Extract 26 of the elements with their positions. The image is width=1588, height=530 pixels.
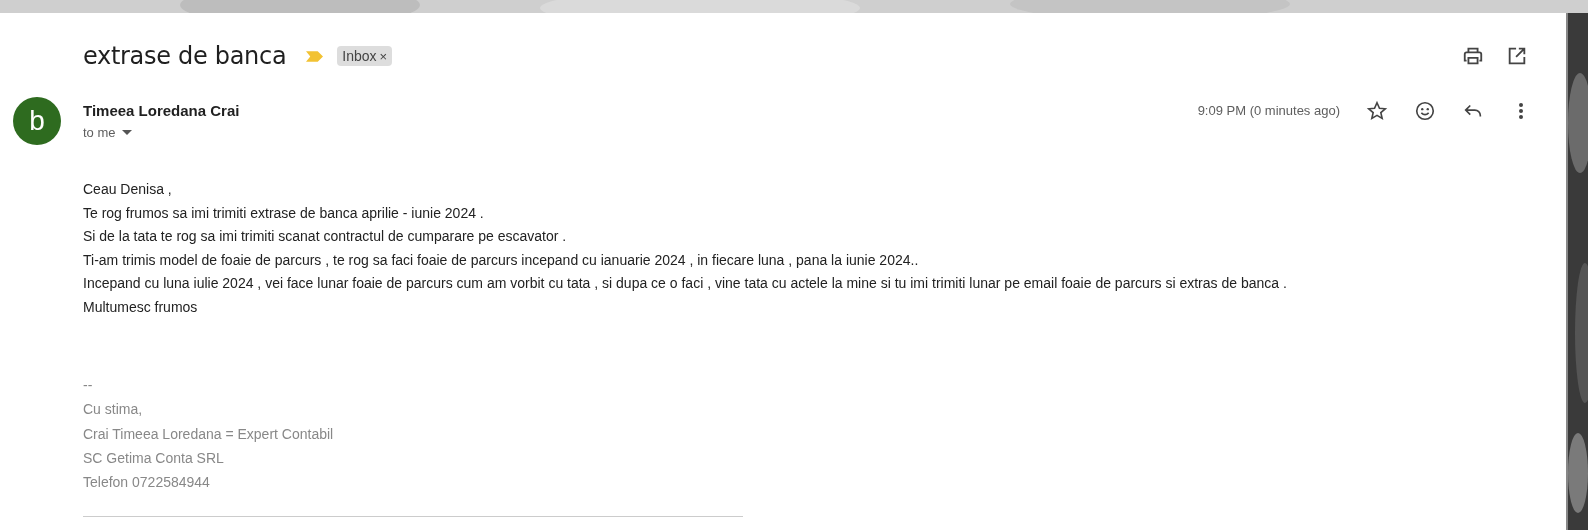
emoji-icon[interactable] bbox=[1414, 100, 1436, 122]
star-icon[interactable] bbox=[1366, 100, 1388, 122]
signature-line: SC Getima Conta SRL bbox=[83, 448, 225, 468]
message-line: Multumesc frumos bbox=[83, 297, 199, 317]
recipient-details-button[interactable]: to me bbox=[83, 125, 240, 140]
more-options-icon[interactable] bbox=[1518, 101, 1524, 121]
print-icon[interactable] bbox=[1462, 45, 1484, 67]
message-line: Ti-am trimis model de foaie de parcurs , te rog sa faci foaie de parcurs incepand cu ianuarie 2024 , in fiecare luna , pana la iunie 2024.. bbox=[83, 250, 920, 270]
email-time: 9:09 PM (0 minutes ago) bbox=[1197, 103, 1340, 118]
dropdown-caret-icon bbox=[121, 129, 132, 136]
message-line: Ceau Denisa , bbox=[83, 180, 173, 199]
signature-line: Telefon 0722584944 bbox=[83, 473, 211, 493]
message-line: Incepand cu luna iulie 2024 , vei face lunar foaie de parcurs cum am vorbit cu tata , si dupa ce o faci , vine tata cu actele la mine si tu imi trimiti lunar pe email foaie de parcurs si extras de banca . bbox=[83, 274, 1288, 293]
open-in-new-window-icon[interactable] bbox=[1506, 45, 1528, 67]
email-subject: extrase de banca bbox=[83, 42, 287, 70]
signature-line: -- bbox=[83, 376, 94, 395]
remove-label-button[interactable]: × bbox=[379, 48, 388, 64]
importance-marker-icon[interactable] bbox=[306, 50, 324, 62]
signature-line: Crai Timeea Loredana = Expert Contabil bbox=[83, 424, 335, 444]
message-line: Te rog frumos sa imi trimiti extrase de banca aprilie - iunie 2024 . bbox=[83, 203, 485, 223]
signature-line: Cu stima, bbox=[83, 400, 144, 420]
message-line: Si de la tata te rog sa imi trimiti scanat contractul de cumparare pe escavator . bbox=[83, 227, 568, 246]
scrollbar[interactable] bbox=[1566, 13, 1568, 530]
sender-name: Timeea Loredana Crai bbox=[83, 102, 240, 119]
label-text: Inbox bbox=[342, 48, 377, 64]
sender-avatar: b bbox=[13, 97, 61, 145]
